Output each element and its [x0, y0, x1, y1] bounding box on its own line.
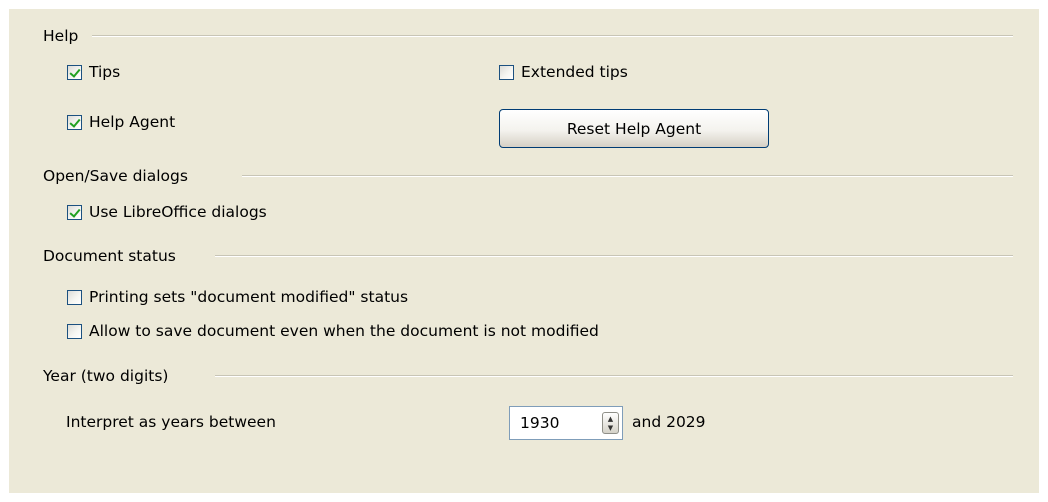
checkbox-box[interactable]	[67, 323, 82, 339]
checkbox-box[interactable]	[499, 64, 514, 80]
extended-tips-checkbox[interactable]: Extended tips	[499, 60, 628, 84]
section-title-year: Year (two digits)	[43, 367, 169, 385]
section-title-open-save: Open/Save dialogs	[43, 167, 188, 185]
spin-up-icon[interactable]: ▲	[608, 415, 613, 423]
interpret-label: Interpret as years between	[66, 413, 276, 431]
help-agent-checkbox[interactable]: Help Agent	[67, 110, 175, 134]
checkbox-box[interactable]	[67, 114, 82, 130]
printing-sets-checkbox[interactable]: Printing sets "document modified" status	[67, 285, 408, 309]
extended-tips-label: Extended tips	[521, 63, 628, 81]
tips-label: Tips	[89, 63, 121, 81]
tips-checkbox[interactable]: Tips	[67, 60, 120, 84]
checkbox-box[interactable]	[67, 289, 82, 305]
printing-sets-label: Printing sets "document modified" status	[89, 288, 409, 306]
start-year-value[interactable]: 1930	[520, 414, 559, 432]
allow-save-label: Allow to save document even when the doc…	[89, 322, 599, 340]
start-year-spinner[interactable]: 1930 ▲ ▼	[509, 406, 623, 440]
spin-buttons[interactable]: ▲ ▼	[602, 412, 619, 434]
checkbox-box[interactable]	[67, 204, 82, 220]
section-divider	[242, 175, 1013, 177]
end-year-text: and 2029	[632, 413, 706, 431]
section-title-help: Help	[43, 27, 79, 45]
help-agent-label: Help Agent	[89, 113, 176, 131]
allow-save-checkbox[interactable]: Allow to save document even when the doc…	[67, 319, 599, 343]
section-divider	[215, 255, 1013, 257]
use-dialogs-label: Use LibreOffice dialogs	[89, 203, 267, 221]
section-title-document-status: Document status	[43, 247, 176, 265]
section-divider	[215, 375, 1013, 377]
section-divider	[92, 35, 1013, 37]
use-dialogs-checkbox[interactable]: Use LibreOffice dialogs	[67, 200, 267, 224]
options-panel: Help Tips Extended tips Help Agent Reset…	[9, 9, 1039, 493]
reset-help-agent-button[interactable]: Reset Help Agent	[499, 109, 769, 148]
checkbox-box[interactable]	[67, 64, 82, 80]
spin-down-icon[interactable]: ▼	[608, 424, 613, 432]
